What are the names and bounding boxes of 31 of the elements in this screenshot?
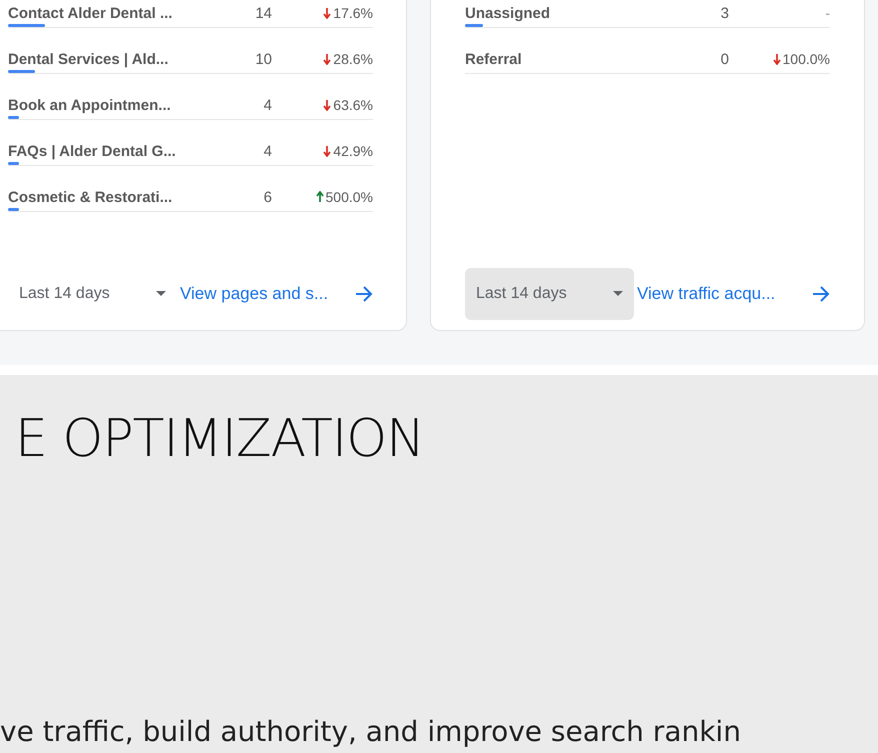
row-value: 4 (262, 142, 273, 160)
view-report-link[interactable]: View traffic acqu... (637, 284, 776, 304)
row-value: 4 (262, 96, 273, 114)
arrow-right-icon[interactable] (355, 286, 373, 302)
row-label: Referral (465, 50, 523, 68)
row-value: 6 (262, 188, 273, 206)
row-value: 10 (254, 50, 273, 68)
row-change: - (824, 5, 830, 21)
caret-icon (613, 291, 623, 297)
section-heading: E OPTIMIZATION (15, 409, 426, 469)
row-change: 100.0% (737, 51, 830, 67)
row-value: 0 (720, 50, 730, 68)
section-text: ve traffic, build authority, and improve search rankin (0, 715, 742, 749)
row-value: 14 (254, 4, 273, 22)
row-label: FAQs | Alder Dental G... (8, 142, 177, 160)
row-label: Contact Alder Dental ... (8, 4, 174, 22)
row-label: Unassigned (465, 4, 552, 22)
period-dropdown[interactable]: Last 14 days (8, 268, 177, 320)
row-change: 28.6% (280, 51, 373, 67)
row-change: 500.0% (280, 189, 373, 205)
row-label: Dental Services | Ald... (8, 50, 170, 68)
arrow-right-icon[interactable] (812, 286, 830, 302)
row-label: Cosmetic & Restorati... (8, 188, 174, 206)
row-label: Book an Appointmen... (8, 96, 172, 114)
period-dropdown[interactable]: Last 14 days (465, 268, 634, 320)
caret-icon (156, 291, 166, 297)
row-change: 63.6% (280, 97, 373, 113)
row-change: 17.6% (280, 5, 373, 21)
row-value: 3 (720, 4, 730, 22)
row-change: 42.9% (280, 143, 373, 159)
view-report-link[interactable]: View pages and s... (180, 284, 328, 304)
